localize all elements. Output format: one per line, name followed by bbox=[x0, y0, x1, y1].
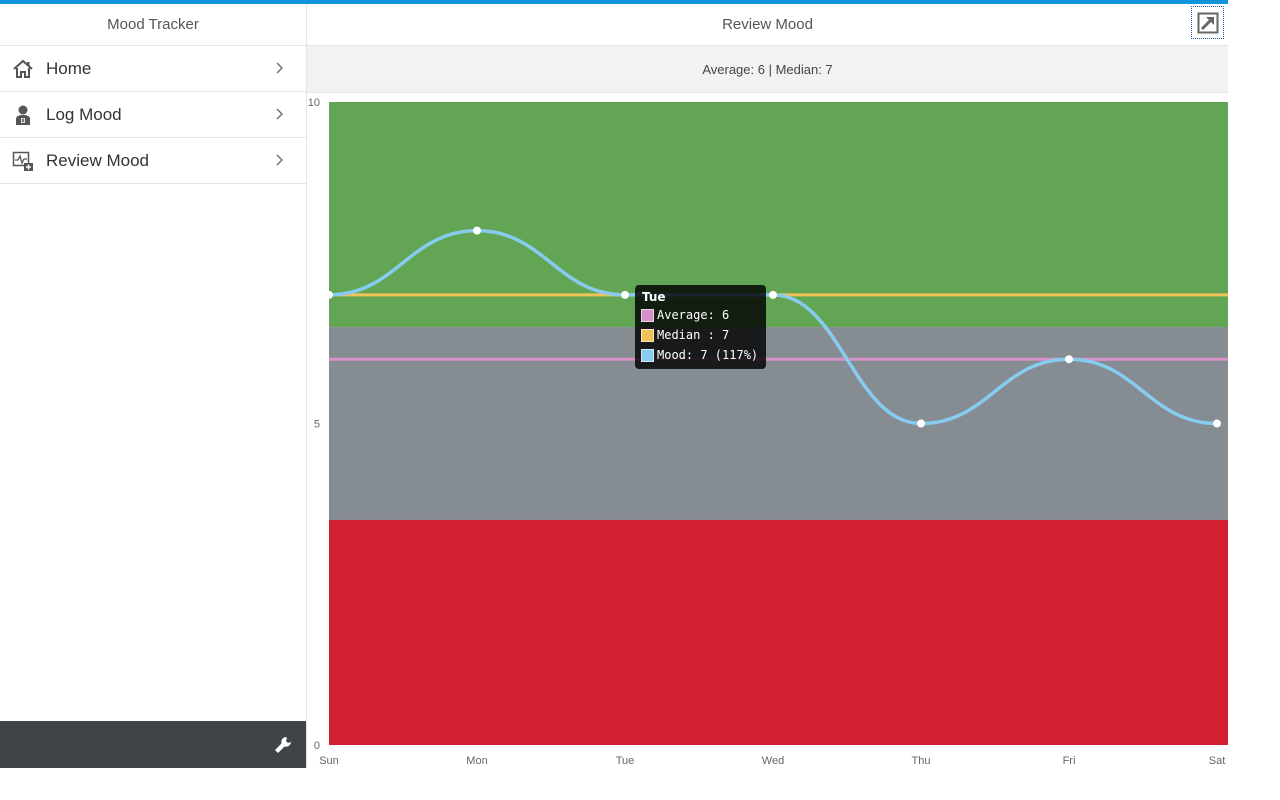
mood-chart-svg: 0 5 10 Sun Mon Tue Wed Thu Fri Sat bbox=[308, 97, 1228, 767]
band-neutral bbox=[329, 327, 1228, 520]
tooltip-text: Median : 7 bbox=[657, 328, 730, 342]
y-tick-label: 10 bbox=[308, 97, 320, 109]
x-tick-label: Thu bbox=[912, 755, 931, 767]
chevron-right-icon bbox=[276, 108, 283, 120]
home-icon bbox=[11, 57, 35, 81]
summary-text: Average: 6 | Median: 7 bbox=[702, 61, 833, 77]
master-title: Mood Tracker bbox=[0, 4, 306, 46]
tooltip-text: Mood: 7 (117%) bbox=[657, 348, 759, 362]
nav-item-home[interactable]: Home bbox=[0, 46, 306, 92]
mood-point bbox=[917, 419, 925, 428]
chart-tooltip: Tue Average: 6 Median : 7 Mood: 7 (117%) bbox=[635, 285, 766, 369]
nav-item-review-mood[interactable]: Review Mood bbox=[0, 138, 306, 184]
nav-item-label: Log Mood bbox=[46, 104, 122, 124]
detail-header: Review Mood bbox=[307, 4, 1228, 46]
page-title: Review Mood bbox=[722, 16, 813, 33]
chevron-right-icon bbox=[276, 62, 283, 74]
mood-point bbox=[621, 290, 629, 299]
mood-point bbox=[1065, 355, 1073, 364]
chevron-right-icon bbox=[276, 154, 283, 166]
x-tick-label: Wed bbox=[762, 755, 784, 767]
y-tick-label: 5 bbox=[314, 419, 320, 431]
master-panel: Mood Tracker Home Log Mood Review Mood bbox=[0, 4, 307, 768]
tooltip-row-mood: Mood: 7 (117%) bbox=[641, 347, 758, 363]
nav-item-label: Review Mood bbox=[46, 150, 149, 170]
master-footer bbox=[0, 721, 306, 768]
fullscreen-button[interactable] bbox=[1191, 6, 1224, 39]
tooltip-swatch bbox=[641, 308, 654, 322]
mood-point bbox=[769, 290, 777, 299]
tooltip-swatch bbox=[641, 348, 654, 362]
tooltip-title: Tue bbox=[642, 290, 666, 304]
band-bad bbox=[329, 519, 1228, 745]
chart-add-icon bbox=[11, 149, 35, 173]
summary-bar: Average: 6 | Median: 7 bbox=[307, 46, 1228, 93]
nav-item-log-mood[interactable]: Log Mood bbox=[0, 92, 306, 138]
tooltip-swatch bbox=[641, 328, 654, 342]
page-margin bbox=[1228, 0, 1280, 800]
x-tick-label: Sat bbox=[1209, 755, 1226, 767]
tooltip-row-average: Average: 6 bbox=[641, 307, 729, 323]
x-tick-label: Mon bbox=[466, 755, 487, 767]
mood-point bbox=[1213, 419, 1221, 428]
person-icon bbox=[11, 103, 35, 127]
expand-icon bbox=[1197, 12, 1218, 33]
wrench-icon[interactable] bbox=[272, 733, 296, 757]
tooltip-text: Average: 6 bbox=[657, 308, 730, 322]
mood-chart: 0 5 10 Sun Mon Tue Wed Thu Fri Sat Tue Average: 6… bbox=[307, 92, 1228, 768]
tooltip-row-median: Median : 7 bbox=[641, 327, 729, 343]
x-tick-label: Tue bbox=[616, 755, 635, 767]
band-good bbox=[329, 102, 1228, 328]
x-tick-label: Sun bbox=[319, 755, 339, 767]
mood-point bbox=[325, 290, 333, 299]
nav-item-label: Home bbox=[46, 58, 92, 78]
x-tick-label: Fri bbox=[1063, 755, 1076, 767]
y-tick-label: 0 bbox=[314, 740, 320, 752]
mood-point bbox=[473, 226, 481, 235]
detail-panel: Review Mood Average: 6 | Median: 7 0 5 10 S… bbox=[307, 4, 1228, 768]
